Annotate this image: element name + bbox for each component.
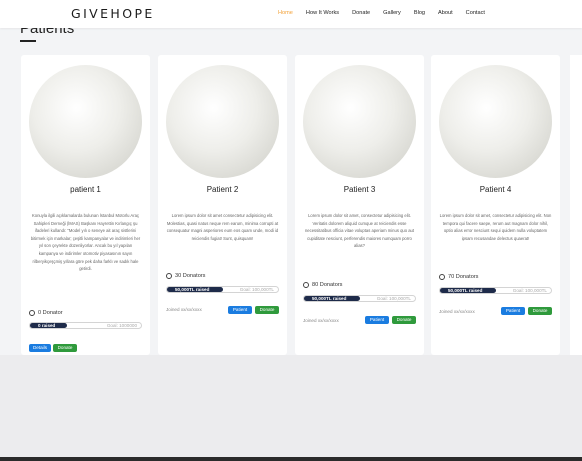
nav-about-link[interactable]: About	[438, 10, 453, 16]
patient-photo	[439, 65, 552, 178]
patient-button[interactable]: Patient	[228, 306, 252, 314]
smiley-icon	[303, 282, 309, 288]
patient-button[interactable]: Patient	[501, 307, 525, 315]
donators-label: 70 Donators	[448, 274, 479, 280]
donation-progress: 50,000TL raised Goal: 100,000TL	[439, 287, 552, 294]
goal-amount: Goal: 100,000TL	[376, 296, 411, 302]
joined-date: Joined xx/xx/xxxx	[439, 309, 475, 314]
nav-menu: Home How It Works Donate Gallery Blog Ab…	[278, 10, 498, 16]
patient-description: Lorem ipsum dolor sit amet, consectetur …	[439, 213, 552, 241]
patient-name: Patient 4	[479, 185, 512, 194]
nav-how-it-works-link[interactable]: How It Works	[306, 10, 339, 16]
next-card-edge	[570, 55, 582, 355]
patient-name: Patient 2	[206, 185, 239, 194]
patient-card: Patient 2 Lorem ipsum dolor sit amet con…	[158, 55, 287, 355]
donators-count: 30 Donators	[166, 273, 205, 279]
donate-button[interactable]: Donate	[392, 316, 416, 324]
patient-photo	[29, 65, 142, 178]
goal-amount: Goal: 100,000TL	[512, 288, 547, 294]
donate-button[interactable]: Donate	[255, 306, 279, 314]
patient-description: Lorem ipsum dolor sit amet, consectetur …	[304, 213, 415, 249]
patient-button[interactable]: Patient	[365, 316, 389, 324]
patient-card: Patient 4 Lorem ipsum dolor sit amet, co…	[431, 55, 560, 355]
donate-button[interactable]: Donate	[528, 307, 552, 315]
raised-amount: 50,000TL raised	[312, 296, 347, 302]
patient-card: patient 1 Konuyla ilgili açıklamalarda b…	[21, 55, 150, 355]
patient-photo	[303, 65, 416, 178]
smiley-icon	[166, 273, 172, 279]
details-button[interactable]: Details	[29, 344, 51, 352]
joined-date: Joined xx/xx/xxxx	[303, 318, 339, 323]
donation-progress: 50,000TL raised Goal: 100,000TL	[166, 286, 279, 293]
navbar: GIVEHOPE Home How It Works Donate Galler…	[0, 0, 582, 28]
patient-description: Lorem ipsum dolor sit amet consectetur a…	[166, 213, 279, 241]
footer-bar	[0, 457, 582, 461]
brand-logo[interactable]: GIVEHOPE	[71, 6, 155, 21]
donators-count: 70 Donators	[439, 274, 478, 280]
patient-name: Patient 3	[343, 185, 376, 194]
donate-button[interactable]: Donate	[53, 344, 77, 352]
title-underline	[20, 40, 36, 42]
donation-progress: 50,000TL raised Goal: 100,000TL	[303, 295, 416, 302]
smiley-icon	[29, 310, 35, 316]
nav-contact-link[interactable]: Contact	[466, 10, 485, 16]
smiley-icon	[439, 274, 445, 280]
raised-amount: 0 raised	[38, 323, 56, 329]
joined-date: Joined xx/xx/xxxx	[166, 307, 202, 312]
patient-name: patient 1	[70, 185, 101, 194]
nav-donate-link[interactable]: Donate	[352, 10, 370, 16]
goal-amount: Goal: 1000000	[106, 323, 137, 329]
nav-home-link[interactable]: Home	[278, 10, 293, 16]
raised-amount: 50,000TL raised	[175, 287, 210, 293]
page-bottom-area	[0, 355, 582, 461]
patient-description: Konuyla ilgili açıklamalarda bulunan İst…	[30, 213, 141, 272]
raised-amount: 50,000TL raised	[448, 288, 483, 294]
donators-count: 80 Donators	[303, 282, 342, 288]
nav-blog-link[interactable]: Blog	[414, 10, 425, 16]
donators-label: 30 Donators	[175, 273, 206, 279]
patient-card: Patient 3 Lorem ipsum dolor sit amet, co…	[295, 55, 424, 355]
patient-photo	[166, 65, 279, 178]
nav-gallery-link[interactable]: Gallery	[383, 10, 401, 16]
donators-count: 0 Donator	[29, 310, 63, 316]
donators-label: 80 Donators	[312, 282, 343, 288]
goal-amount: Goal: 100,000TL	[239, 287, 274, 293]
donators-label: 0 Donator	[38, 310, 63, 316]
donation-progress: 0 raised Goal: 1000000	[29, 322, 142, 329]
